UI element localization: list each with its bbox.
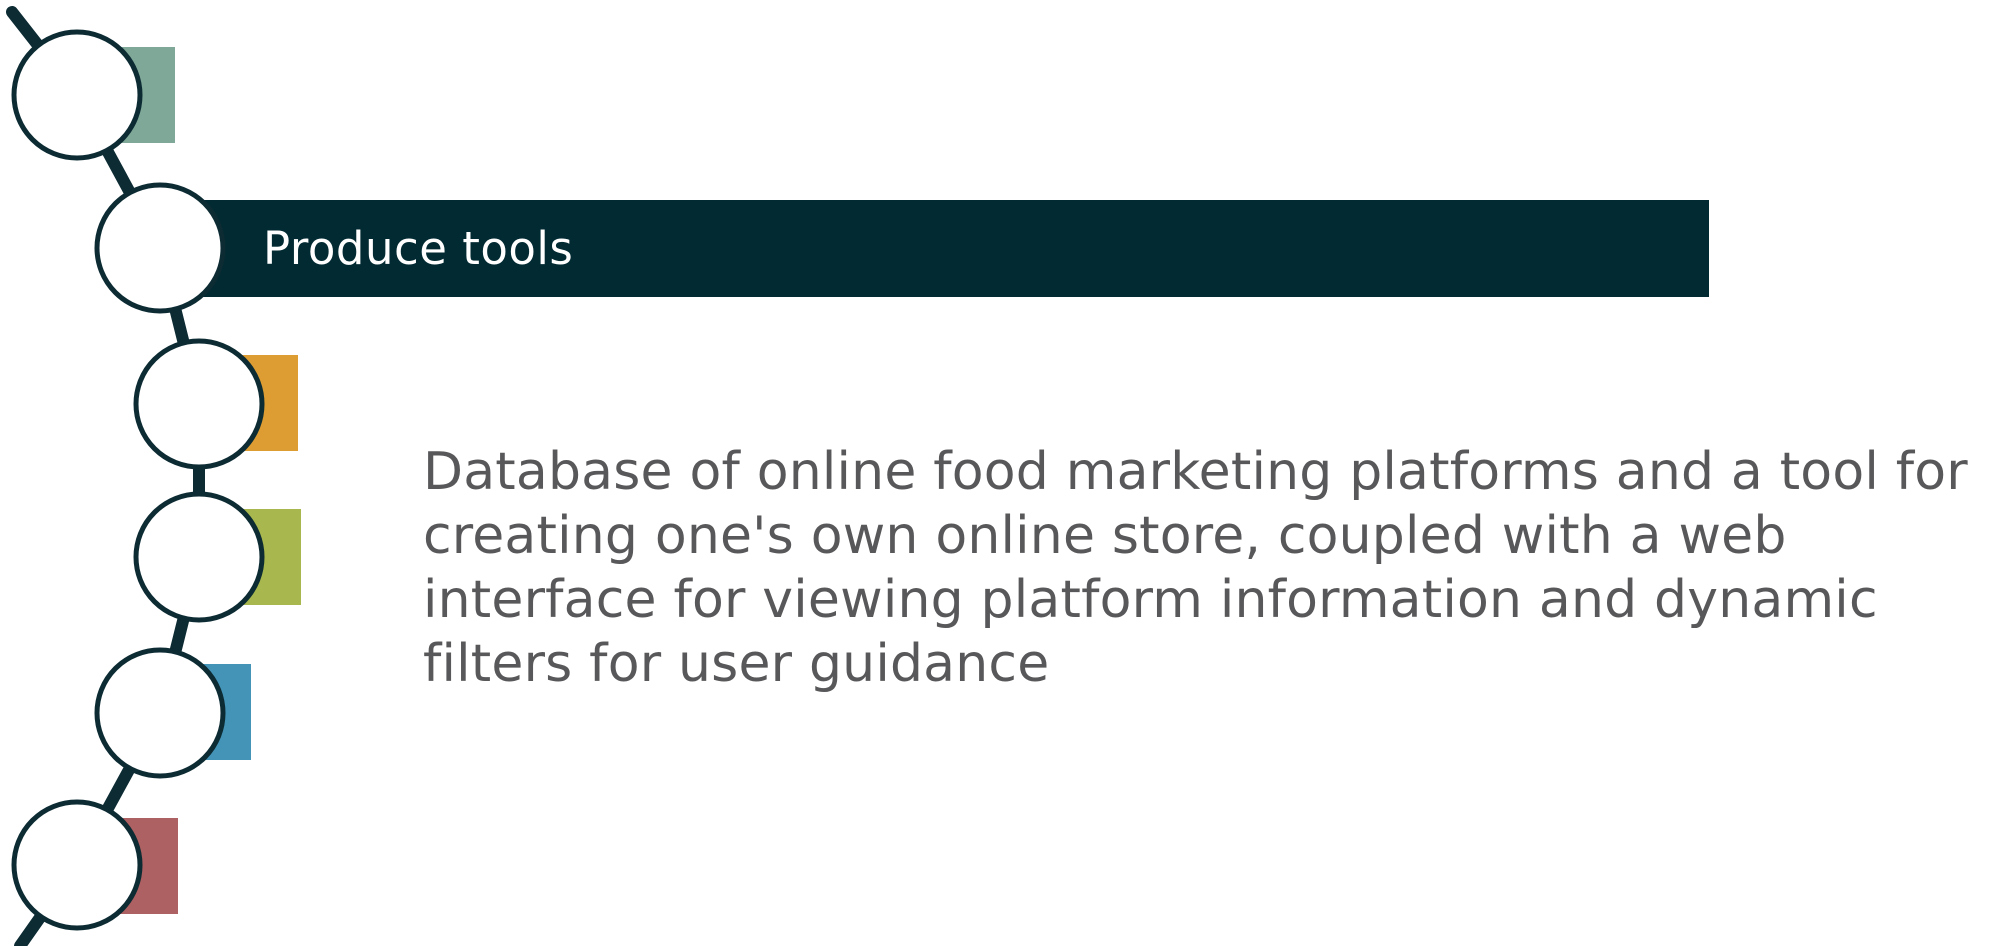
step-4-node[interactable] [133, 491, 265, 623]
step-3-node[interactable] [133, 338, 265, 470]
step-description: Database of online food marketing platfo… [423, 442, 1968, 694]
step-5-node[interactable] [94, 647, 226, 779]
step-1-node[interactable] [11, 29, 143, 161]
active-step-label: Produce tools [263, 222, 574, 275]
step-2-node[interactable] [94, 182, 226, 314]
step-6-node[interactable] [11, 799, 143, 931]
